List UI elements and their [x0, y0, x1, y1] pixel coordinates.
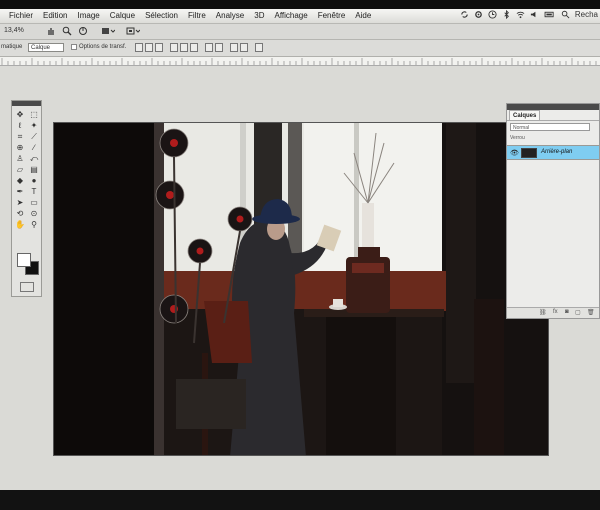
pen-tool-icon[interactable]: ✒: [15, 187, 25, 196]
eyedropper-tool-icon[interactable]: ⟋: [29, 132, 39, 141]
move-tool-icon[interactable]: ✥: [15, 110, 25, 119]
menu-aide[interactable]: Aide: [350, 11, 376, 20]
user-name[interactable]: Recha: [575, 10, 598, 19]
tools-panel: ✥ ⬚ ℓ ✦ ⌗ ⟋ ⊕ ∕ ♙ ⤺ ▱ ▤ ◆ ● ✒ T ➤ ▭ ⟲ ⊙ …: [11, 100, 42, 297]
trash-icon[interactable]: 🗑: [587, 309, 595, 316]
magic-wand-tool-icon[interactable]: ✦: [29, 121, 39, 130]
menu-filtre[interactable]: Filtre: [183, 11, 211, 20]
battery-icon[interactable]: [544, 10, 556, 19]
auto-select-label: matique: [1, 44, 23, 50]
menu-affichage[interactable]: Affichage: [269, 11, 312, 20]
shape-tool-icon[interactable]: ▭: [29, 198, 39, 207]
add-mask-icon[interactable]: ◙: [565, 309, 569, 315]
menu-status-area: Recha: [460, 10, 598, 19]
blur-tool-icon[interactable]: ◆: [15, 176, 25, 185]
distribute-vcenter-icon[interactable]: [215, 43, 223, 52]
gradient-tool-icon[interactable]: ▤: [29, 165, 39, 174]
align-left-icon[interactable]: [170, 43, 178, 52]
menu-items: Fichier Edition Image Calque Sélection F…: [0, 11, 376, 20]
arrange-documents-icon[interactable]: [101, 26, 115, 36]
lock-label: Verrou: [510, 135, 525, 141]
distribute-hcenter-icon[interactable]: [240, 43, 248, 52]
tools-panel-header[interactable]: [12, 101, 41, 106]
tool-options-bar: matique Calque Options de transf.: [0, 40, 600, 57]
menu-selection[interactable]: Sélection: [140, 11, 183, 20]
layer-thumbnail: [521, 148, 537, 158]
menu-fichier[interactable]: Fichier: [0, 11, 38, 20]
spotlight-search-icon[interactable]: [561, 10, 570, 19]
menu-image[interactable]: Image: [72, 11, 104, 20]
layers-panel-footer: ⛓ fx ◙ ▢ 🗑: [507, 307, 599, 318]
monitor-screen: Fichier Edition Image Calque Sélection F…: [0, 9, 600, 490]
healing-brush-tool-icon[interactable]: ⊕: [15, 143, 25, 152]
menu-edition[interactable]: Edition: [38, 11, 72, 20]
hand-tool-panel-icon[interactable]: ✋: [15, 220, 25, 229]
type-tool-icon[interactable]: T: [29, 187, 39, 196]
link-layers-icon[interactable]: ⛓: [539, 309, 547, 316]
menu-analyse[interactable]: Analyse: [211, 11, 249, 20]
distribute-left-icon[interactable]: [230, 43, 238, 52]
history-brush-tool-icon[interactable]: ⤺: [29, 154, 39, 163]
align-top-icon[interactable]: [135, 43, 143, 52]
transform-controls-checkbox[interactable]: [71, 44, 77, 50]
menu-calque[interactable]: Calque: [105, 11, 140, 20]
layer-style-button[interactable]: fx: [553, 309, 558, 315]
layers-panel: Calques Normal Verrou 👁 Arrière-plan ⛓ f…: [506, 103, 600, 319]
distribute-right-icon[interactable]: [255, 43, 263, 52]
align-hcenter-icon[interactable]: [180, 43, 188, 52]
tab-divider: [507, 120, 599, 121]
horizontal-ruler: [0, 57, 600, 66]
menu-3d[interactable]: 3D: [249, 11, 269, 20]
zoom-tool-icon[interactable]: [62, 26, 72, 36]
rotate-view-icon[interactable]: [78, 26, 88, 36]
bluetooth-icon[interactable]: [502, 10, 511, 19]
align-vcenter-icon[interactable]: [145, 43, 153, 52]
clock-icon[interactable]: [488, 10, 497, 19]
zoom-level[interactable]: 13,4%: [4, 27, 24, 34]
layer-row[interactable]: 👁 Arrière-plan: [507, 145, 599, 160]
photo-image: [54, 123, 548, 455]
transform-controls-label: Options de transf.: [79, 44, 127, 50]
3d-orbit-tool-icon[interactable]: ⊙: [29, 209, 39, 218]
distribute-top-icon[interactable]: [205, 43, 213, 52]
screen-mode-icon[interactable]: [126, 26, 140, 36]
ruler-ticks: [1, 58, 597, 65]
application-bar: 13,4%: [0, 24, 600, 40]
mac-menu-bar: Fichier Edition Image Calque Sélection F…: [0, 9, 600, 24]
marquee-tool-icon[interactable]: ⬚: [29, 110, 39, 119]
new-layer-icon[interactable]: ▢: [575, 309, 581, 316]
zoom-tool-panel-icon[interactable]: ⚲: [29, 220, 39, 229]
auto-select-dropdown[interactable]: Calque: [28, 43, 64, 52]
blend-mode-dropdown[interactable]: Normal: [510, 123, 590, 131]
foreground-color-swatch[interactable]: [17, 253, 31, 267]
wifi-icon[interactable]: [516, 10, 525, 19]
path-selection-tool-icon[interactable]: ➤: [15, 198, 25, 207]
volume-icon[interactable]: [530, 10, 539, 19]
brush-tool-icon[interactable]: ∕: [29, 143, 39, 152]
menu-fenetre[interactable]: Fenêtre: [313, 11, 351, 20]
hand-tool-icon[interactable]: [46, 26, 56, 36]
dodge-tool-icon[interactable]: ●: [29, 176, 39, 185]
document-photo[interactable]: [53, 122, 549, 456]
layer-name[interactable]: Arrière-plan: [541, 149, 572, 155]
3d-rotate-tool-icon[interactable]: ⟲: [15, 209, 25, 218]
sync-icon[interactable]: [460, 10, 469, 19]
eraser-tool-icon[interactable]: ▱: [15, 165, 25, 174]
lasso-tool-icon[interactable]: ℓ: [15, 121, 25, 130]
gear-icon[interactable]: [474, 10, 483, 19]
crop-tool-icon[interactable]: ⌗: [15, 132, 25, 141]
align-right-icon[interactable]: [190, 43, 198, 52]
clone-stamp-tool-icon[interactable]: ♙: [15, 154, 25, 163]
eye-icon[interactable]: 👁: [510, 149, 519, 157]
quick-mask-icon[interactable]: [20, 282, 34, 292]
monitor-bezel: [0, 490, 600, 510]
align-bottom-icon[interactable]: [155, 43, 163, 52]
